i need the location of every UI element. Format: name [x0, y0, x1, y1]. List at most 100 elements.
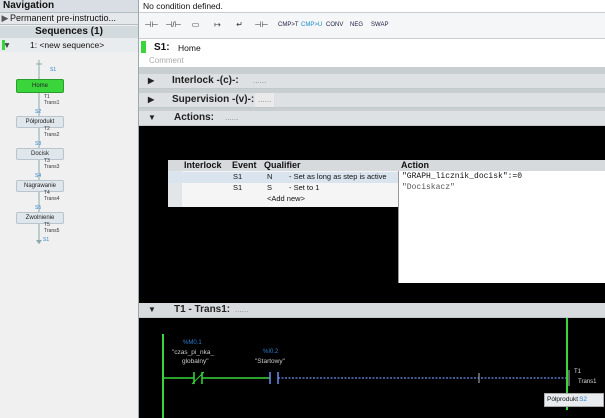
sequence-item-label: 1: <new sequence> [30, 40, 105, 50]
active-marker [2, 40, 5, 50]
row2-qualifier: S [267, 183, 273, 192]
supervision-section[interactable]: ▶ Supervision -(v)-: ...... [139, 93, 605, 108]
actions-table-empty [168, 207, 398, 283]
transition-label: T1 - Trans1: [174, 304, 231, 315]
comment-placeholder: Comment [149, 56, 184, 65]
row1-qualifier: N [267, 172, 273, 181]
navigation-title: Navigation [0, 0, 138, 12]
sequences-header: Sequences (1) [0, 26, 138, 38]
separator [139, 67, 605, 74]
navigation-pane: Navigation ▶ Permanent pre-instructio... … [0, 0, 139, 418]
supervision-dashes: ...... [255, 93, 275, 107]
graph-step-3[interactable]: Docisk [16, 148, 64, 160]
graph-step-3-name: Docisk [30, 151, 49, 157]
expand-arrow-icon[interactable]: ▶ [148, 74, 154, 88]
transition-dashes: ...... [235, 305, 249, 314]
graph-step-4-num: S4 [35, 173, 42, 179]
graph-step-1-name: Home [31, 83, 48, 89]
transition-section[interactable]: ▼ T1 - Trans1: ...... [139, 303, 605, 318]
step-name[interactable]: Home [178, 43, 201, 53]
actions-label: Actions: [174, 112, 214, 123]
graph-step-4-name: Nagrawanie [23, 183, 57, 189]
expand-arrow-icon[interactable]: ▶ [0, 13, 10, 24]
contact2-button[interactable]: ⊣⊢ [253, 16, 270, 34]
graph-step-1-num: S1 [50, 67, 57, 73]
graph-trans-3-name: Trans3 [44, 164, 60, 170]
actions-dashes: ...... [225, 113, 239, 122]
row2-action[interactable]: "Dociskacz" [402, 183, 455, 193]
step-comment-field[interactable]: Comment [139, 55, 605, 67]
contact2-address: %I0.2 [263, 349, 279, 355]
graph-step-3-num: S3 [35, 141, 42, 147]
contact2-no[interactable] [266, 368, 282, 388]
row1-event: S1 [233, 172, 243, 181]
ladder-wires [162, 318, 570, 418]
interlock-section[interactable]: ▶ Interlock -(c)-: ...... [139, 74, 605, 89]
interlock-label: Interlock -(c)-: [172, 75, 239, 86]
nc-contact-button[interactable]: ⊣/⊢ [165, 16, 182, 34]
graph-trans-4-name: Trans4 [44, 196, 60, 202]
graph-step-5-name: Zwolnienie [25, 215, 55, 221]
cmp-t-button[interactable]: CMP>T [278, 16, 299, 34]
graph-step-2[interactable]: Półprodukt [16, 116, 64, 128]
transition-num: T1 [574, 369, 582, 375]
permanent-instructions-label: Permanent pre-instructio... [10, 13, 117, 23]
close-branch-button[interactable]: ↵ [231, 16, 248, 34]
row1-qualifier-desc: - Set as long as step is active [289, 172, 387, 181]
step-number: S1: [154, 42, 170, 53]
next-step-num: S2 [579, 396, 588, 403]
supervision-label: Supervision -(v)-: [172, 94, 255, 105]
expand-arrow-icon[interactable]: ▶ [148, 93, 154, 107]
step-header: S1: Home [139, 39, 605, 56]
permanent-instructions-row[interactable]: ▶ Permanent pre-instructio... [0, 12, 138, 25]
actions-row-2[interactable]: S1 S - Set to 1 "Dociskacz" [168, 183, 605, 194]
next-step-box[interactable]: PółproduktS2 [544, 393, 604, 407]
graph-step-2-num: S2 [35, 109, 42, 115]
contact1-name-line2: globalny" [182, 358, 209, 365]
sequence-overview-graph: Home S1 T1 Trans1 S2 Półprodukt T2 Trans… [0, 54, 138, 254]
contact1-address: %M0.1 [183, 340, 202, 346]
col-event: Event [232, 160, 257, 170]
row2-qualifier-desc: - Set to 1 [289, 183, 320, 192]
actions-row-1[interactable]: S1 N - Set as long as step is active "GR… [168, 172, 605, 183]
neg-button[interactable]: NEG [350, 16, 363, 34]
no-contact-button[interactable]: ⊣⊢ [143, 16, 160, 34]
graph-trans-2-name: Trans2 [44, 132, 60, 138]
step-active-marker [141, 41, 146, 53]
toolbar: ⊣⊢ ⊣/⊢ ▭ ↦ ↵ ⊣⊢ CMP>T CMP>U CONV NEG SWA… [139, 13, 605, 39]
actions-table-header: Interlock Event Qualifier Action [168, 160, 605, 171]
graph-step-5-num: S5 [35, 205, 42, 211]
contact1-name-line1: "czas_pi_nka_ [172, 349, 215, 356]
add-new-label: <Add new> [267, 194, 305, 203]
sequence-list-item[interactable]: ▼ 1: <new sequence> [0, 38, 138, 52]
transition-name: Trans1 [578, 379, 597, 385]
swap-button[interactable]: SWAP [371, 16, 388, 34]
graph-step-5[interactable]: Zwolnienie [16, 212, 64, 224]
conv-button[interactable]: CONV [326, 16, 343, 34]
col-action: Action [401, 160, 429, 170]
interlock-dashes: ...... [253, 76, 267, 85]
col-qualifier: Qualifier [264, 160, 301, 170]
row1-action[interactable]: "GRAPH_licznik_docisk":=0 [402, 172, 522, 182]
spacer [139, 283, 605, 301]
graph-trans-5-name: Trans5 [44, 228, 60, 234]
col-interlock: Interlock [184, 160, 222, 170]
graph-step-4[interactable]: Nagrawanie [16, 180, 64, 192]
next-step-name: Półprodukt [547, 396, 579, 403]
contact1-nc[interactable] [190, 368, 206, 388]
add-new-row[interactable]: <Add new> [168, 194, 398, 205]
condition-bar: No condition defined. [139, 0, 605, 13]
open-branch-button[interactable]: ↦ [209, 16, 226, 34]
graph-step-2-name: Półprodukt [25, 119, 55, 125]
contact2-name: "Startowy" [255, 358, 285, 365]
graph-jump-label: S1 [43, 237, 50, 243]
collapse-arrow-icon[interactable]: ▼ [148, 303, 156, 317]
collapse-arrow-icon[interactable]: ▼ [148, 111, 156, 125]
ladder-network: %M0.1 "czas_pi_nka_ globalny" %I0.2 "Sta… [139, 318, 605, 418]
cmp-u-button[interactable]: CMP>U [301, 16, 322, 34]
box-button[interactable]: ▭ [187, 16, 204, 34]
graph-trans-1-name: Trans1 [44, 100, 60, 106]
row2-event: S1 [233, 183, 243, 192]
graph-step-1[interactable]: Home [16, 79, 64, 93]
actions-section[interactable]: ▼ Actions: ...... [139, 111, 605, 126]
